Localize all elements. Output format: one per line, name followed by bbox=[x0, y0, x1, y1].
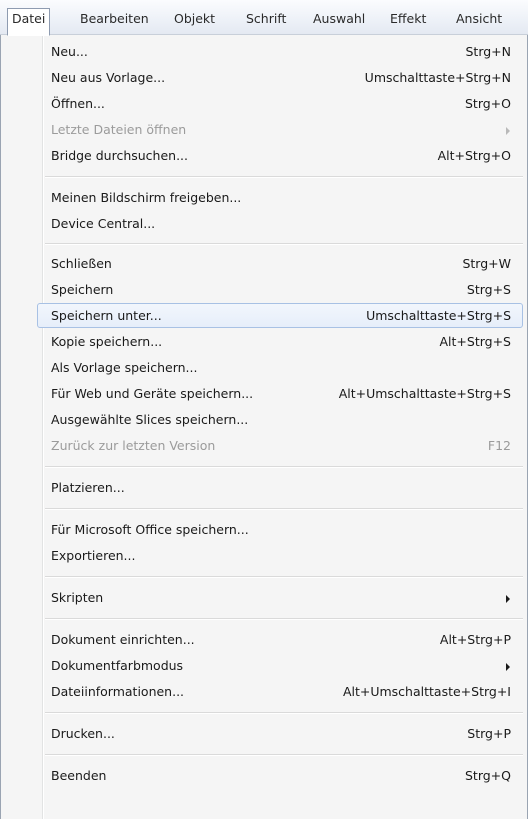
menu-item-scripts[interactable]: Skripten bbox=[37, 585, 523, 610]
menu-item-label: Ausgewählte Slices speichern... bbox=[51, 412, 249, 427]
menu-item-export[interactable]: Exportieren... bbox=[37, 543, 523, 568]
menu-item-label: Kopie speichern... bbox=[51, 334, 163, 349]
menu-item-shortcut: Strg+Q bbox=[464, 768, 511, 783]
menu-item-close[interactable]: Schließen Strg+W bbox=[37, 251, 523, 276]
menu-separator bbox=[45, 576, 523, 578]
menu-separator bbox=[45, 754, 523, 756]
menu-item-share-screen[interactable]: Meinen Bildschirm freigeben... bbox=[37, 185, 523, 210]
menu-item-label: Als Vorlage speichern... bbox=[51, 360, 198, 375]
menu-item-shortcut: Strg+O bbox=[464, 96, 511, 111]
menu-item-label: Speichern bbox=[51, 282, 114, 297]
menu-item-document-setup[interactable]: Dokument einrichten... Alt+Strg+P bbox=[37, 627, 523, 652]
menu-item-shortcut: F12 bbox=[487, 438, 511, 453]
submenu-arrow-icon bbox=[506, 595, 510, 603]
file-dropdown-menu: Neu... Strg+N Neu aus Vorlage... Umschal… bbox=[0, 35, 528, 819]
menu-item-label: Öffnen... bbox=[51, 96, 105, 111]
menu-item-label: Dokument einrichten... bbox=[51, 632, 195, 647]
menu-item-label: Exportieren... bbox=[51, 548, 136, 563]
menu-item-label: Schließen bbox=[51, 256, 112, 271]
menu-item-shortcut: Alt+Umschalttaste+Strg+I bbox=[342, 684, 511, 699]
menu-auswahl[interactable]: Auswahl bbox=[308, 8, 370, 30]
menu-item-label: Skripten bbox=[51, 590, 104, 605]
menu-item-label: Beenden bbox=[51, 768, 107, 783]
menu-schrift[interactable]: Schrift bbox=[241, 8, 291, 30]
menu-separator bbox=[45, 508, 523, 510]
menu-item-new-from-template[interactable]: Neu aus Vorlage... Umschalttaste+Strg+N bbox=[37, 65, 523, 90]
menu-item-shortcut: Umschalttaste+Strg+N bbox=[364, 70, 511, 85]
menu-item-place[interactable]: Platzieren... bbox=[37, 475, 523, 500]
menu-item-file-info[interactable]: Dateiinformationen... Alt+Umschalttaste+… bbox=[37, 679, 523, 704]
menu-item-label: Meinen Bildschirm freigeben... bbox=[51, 190, 242, 205]
menu-separator bbox=[45, 466, 523, 468]
menu-item-label: Drucken... bbox=[51, 726, 115, 741]
menu-separator bbox=[45, 243, 523, 245]
menu-ansicht[interactable]: Ansicht bbox=[451, 8, 507, 30]
menu-item-document-color-mode[interactable]: Dokumentfarbmodus bbox=[37, 653, 523, 678]
menu-item-label: Speichern unter... bbox=[51, 308, 162, 323]
menu-item-open[interactable]: Öffnen... Strg+O bbox=[37, 91, 523, 116]
menu-item-save-copy[interactable]: Kopie speichern... Alt+Strg+S bbox=[37, 329, 523, 354]
menu-item-exit[interactable]: Beenden Strg+Q bbox=[37, 763, 523, 788]
menu-item-label: Platzieren... bbox=[51, 480, 125, 495]
menu-item-shortcut: Alt+Strg+O bbox=[437, 148, 511, 163]
menu-effekt[interactable]: Effekt bbox=[385, 8, 431, 30]
menu-separator bbox=[45, 618, 523, 620]
menu-item-new[interactable]: Neu... Strg+N bbox=[37, 39, 523, 64]
menu-separator bbox=[45, 176, 523, 178]
menu-item-label: Letzte Dateien öffnen bbox=[51, 122, 187, 137]
menu-item-label: Bridge durchsuchen... bbox=[51, 148, 188, 163]
menu-item-shortcut: Strg+N bbox=[465, 44, 511, 59]
menu-item-label: Dokumentfarbmodus bbox=[51, 658, 184, 673]
menu-item-save-for-web[interactable]: Für Web und Geräte speichern... Alt+Umsc… bbox=[37, 381, 523, 406]
submenu-arrow-icon bbox=[506, 663, 510, 671]
menu-item-save-selected-slices[interactable]: Ausgewählte Slices speichern... bbox=[37, 407, 523, 432]
menu-item-shortcut: Umschalttaste+Strg+S bbox=[366, 308, 511, 323]
submenu-arrow-icon bbox=[506, 127, 510, 135]
menu-item-label: Dateiinformationen... bbox=[51, 684, 185, 699]
menu-item-label: Für Microsoft Office speichern... bbox=[51, 522, 249, 537]
menu-item-label: Neu aus Vorlage... bbox=[51, 70, 166, 85]
menu-item-label: Zurück zur letzten Version bbox=[51, 438, 216, 453]
menu-item-recent-files: Letzte Dateien öffnen bbox=[37, 117, 523, 142]
menu-item-shortcut: Alt+Umschalttaste+Strg+S bbox=[338, 386, 511, 401]
menu-item-save-for-office[interactable]: Für Microsoft Office speichern... bbox=[37, 517, 523, 542]
menu-datei[interactable]: Datei bbox=[7, 8, 51, 36]
menu-item-label: Für Web und Geräte speichern... bbox=[51, 386, 254, 401]
menu-separator bbox=[45, 712, 523, 714]
menu-item-save[interactable]: Speichern Strg+S bbox=[37, 277, 523, 302]
menu-item-label: Neu... bbox=[51, 44, 88, 59]
menu-bearbeiten[interactable]: Bearbeiten bbox=[75, 8, 154, 30]
app-window: Datei Bearbeiten Objekt Schrift Auswahl … bbox=[0, 0, 528, 819]
menu-item-save-as-template[interactable]: Als Vorlage speichern... bbox=[37, 355, 523, 380]
menu-item-label: Device Central... bbox=[51, 216, 156, 231]
menu-objekt[interactable]: Objekt bbox=[169, 8, 220, 30]
menu-item-shortcut: Alt+Strg+P bbox=[439, 632, 511, 647]
menu-item-save-as[interactable]: Speichern unter... Umschalttaste+Strg+S bbox=[37, 303, 523, 328]
menu-item-shortcut: Strg+S bbox=[466, 282, 511, 297]
menu-item-shortcut: Strg+P bbox=[467, 726, 511, 741]
menu-item-shortcut: Strg+W bbox=[462, 256, 511, 271]
menu-item-device-central[interactable]: Device Central... bbox=[37, 211, 523, 236]
menu-item-shortcut: Alt+Strg+S bbox=[439, 334, 512, 349]
menu-item-revert: Zurück zur letzten Version F12 bbox=[37, 433, 523, 458]
menu-bar: Datei Bearbeiten Objekt Schrift Auswahl … bbox=[0, 0, 528, 36]
menu-item-print[interactable]: Drucken... Strg+P bbox=[37, 721, 523, 746]
menu-item-browse-bridge[interactable]: Bridge durchsuchen... Alt+Strg+O bbox=[37, 143, 523, 168]
